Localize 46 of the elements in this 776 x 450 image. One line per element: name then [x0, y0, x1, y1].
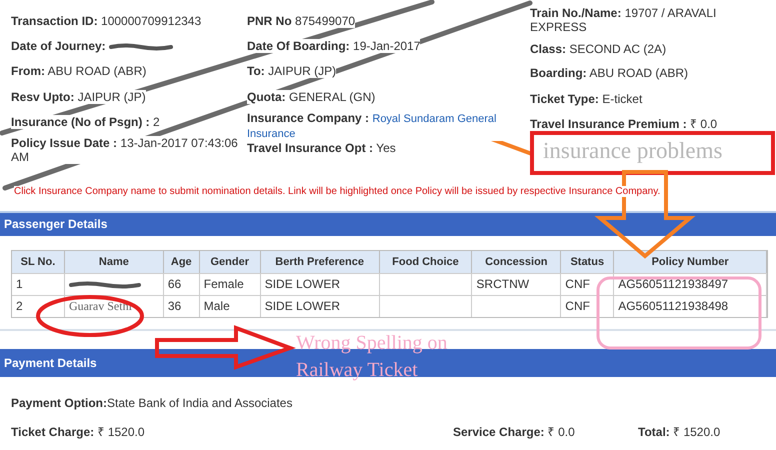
- field-text: Resv Upto: JAIPUR (JP): [11, 90, 146, 104]
- field-text: PNR No 875499070: [247, 14, 356, 28]
- table-cell: SIDE LOWER: [260, 274, 380, 295]
- table-cell: CNF: [561, 296, 614, 317]
- payment-option-text: Payment Option:State Bank of India and Associates: [10, 395, 294, 412]
- field-text: Class: SECOND AC (2A): [530, 42, 666, 56]
- field-text: To: JAIPUR (JP): [247, 64, 336, 78]
- column-header: Food Choice: [380, 251, 472, 273]
- table-cell: Male: [200, 296, 261, 317]
- field-text: Date Of Boarding: 19-Jan-2017: [247, 39, 420, 53]
- column-header: Berth Preference: [260, 251, 380, 273]
- column-header: SL No.: [12, 251, 65, 273]
- column-header: Status: [561, 251, 614, 273]
- table-cell: AG56051121938498: [614, 296, 768, 317]
- charge-text: Total: ₹ 1520.0: [638, 424, 720, 441]
- annotation-text: Wrong Spelling on: [296, 331, 448, 355]
- field-text: Boarding: ABU ROAD (ABR): [530, 66, 688, 80]
- table-cell: CNF: [561, 274, 614, 295]
- table-cell: 2: [12, 296, 65, 317]
- field-text: Travel Insurance Premium : ₹ 0.0: [530, 117, 718, 131]
- table-cell: 36: [164, 296, 200, 317]
- annotation-text: insurance problems: [543, 137, 722, 165]
- field-text: Transaction ID: 100000709912343: [11, 14, 202, 28]
- table-cell: 66: [164, 274, 200, 295]
- table-cell: SRCTNW: [472, 274, 562, 295]
- notice-text: Click Insurance Company name to submit nomination details. Link will be highlighted once Policy will be issued by respective Insurance Company.: [14, 186, 660, 197]
- field-text: Quota: GENERAL (GN): [247, 90, 376, 104]
- section-header: Passenger Details: [0, 211, 776, 236]
- table-cell: AG56051121938497: [614, 274, 768, 295]
- column-header: Concession: [472, 251, 562, 273]
- field-text: From: ABU ROAD (ABR): [11, 64, 146, 78]
- annotation-text: Railway Ticket: [296, 358, 418, 382]
- scribble-drawing: [109, 42, 174, 51]
- column-header: Policy Number: [614, 251, 768, 273]
- table-cell: 1: [12, 274, 65, 295]
- column-header: Name: [64, 251, 164, 273]
- charge-text: Service Charge: ₹ 0.0: [453, 424, 576, 441]
- column-header: Gender: [200, 251, 261, 273]
- column-header: Age: [164, 251, 200, 273]
- charge-text: Ticket Charge: ₹ 1520.0: [11, 424, 146, 441]
- field-text: Date of Journey:: [11, 39, 174, 53]
- field-text: Travel Insurance Opt : Yes: [247, 141, 396, 155]
- table-cell: Female: [200, 274, 261, 295]
- field-text: Ticket Type: E-ticket: [530, 92, 642, 106]
- field-text: Insurance (No of Psgn) : 2: [11, 115, 160, 129]
- table-cell: SIDE LOWER: [260, 296, 380, 317]
